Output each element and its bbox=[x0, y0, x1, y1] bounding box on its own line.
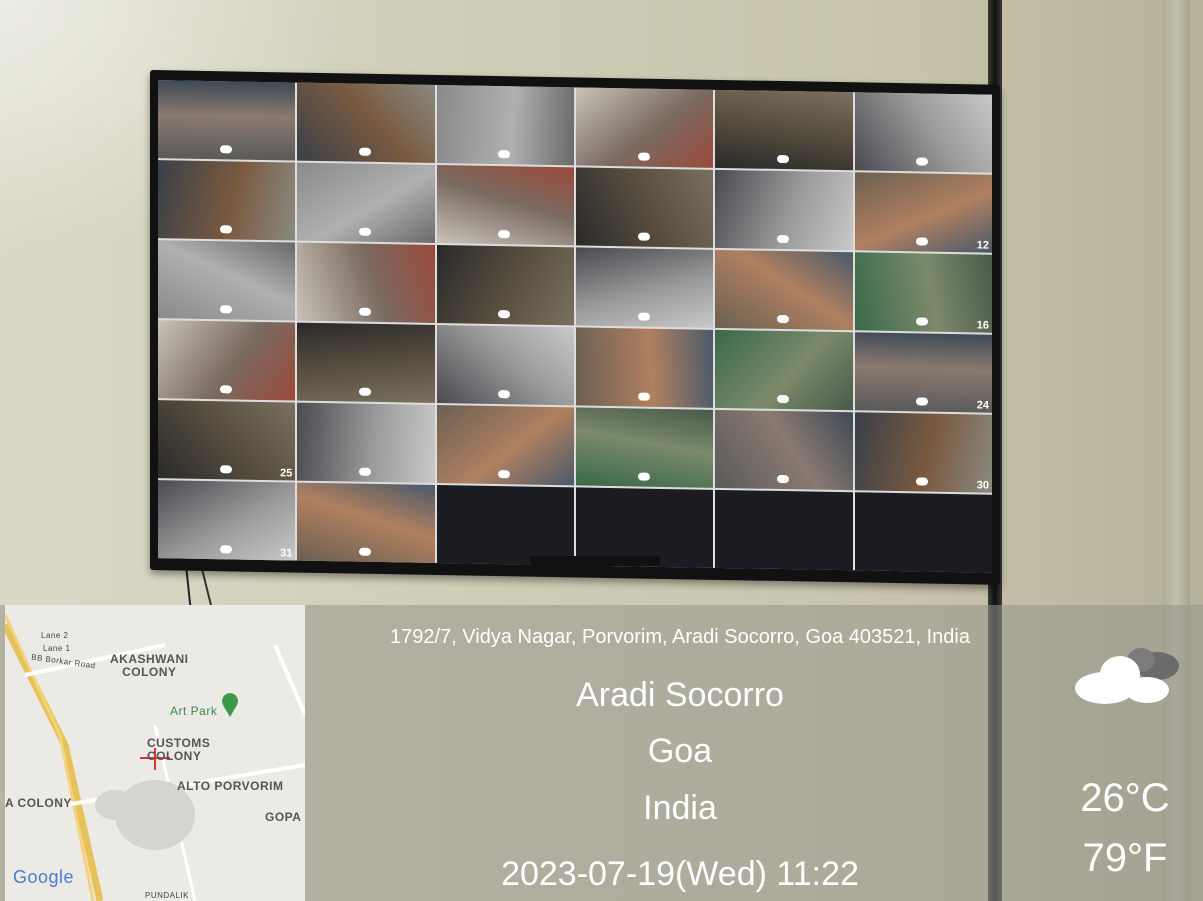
address-text: 1792/7, Vidya Nagar, Porvorim, Aradi Soc… bbox=[390, 626, 970, 648]
temperature-fahrenheit: 79°F bbox=[1082, 836, 1168, 880]
camera-icon bbox=[916, 317, 929, 326]
camera-tile bbox=[297, 482, 435, 563]
camera-number: 25 bbox=[280, 467, 293, 480]
camera-icon bbox=[359, 227, 372, 236]
camera-number: 31 bbox=[280, 547, 293, 560]
map-label-art-park: Art Park bbox=[170, 704, 218, 718]
camera-tile bbox=[715, 169, 853, 251]
camera-tile: 16 bbox=[854, 252, 992, 333]
camera-icon bbox=[637, 152, 650, 161]
camera-tile bbox=[297, 242, 435, 323]
google-logo: Google bbox=[13, 867, 75, 887]
camera-tile bbox=[436, 85, 574, 166]
map-label-akashwani: AKASHWANI COLONY bbox=[110, 652, 189, 679]
camera-tile: 25 bbox=[158, 400, 296, 481]
bitrate-panel bbox=[854, 492, 992, 573]
camera-number: 30 bbox=[976, 479, 989, 492]
camera-icon bbox=[219, 145, 232, 154]
camera-icon bbox=[359, 387, 372, 396]
map-label-pundalik: PUNDALIK bbox=[145, 891, 190, 900]
camera-number: 16 bbox=[976, 319, 989, 332]
camera-tile bbox=[575, 87, 714, 168]
camera-icon bbox=[777, 474, 790, 484]
bitrate-panel bbox=[436, 485, 574, 566]
map-label-customs: CUSTOMS COLONY bbox=[147, 736, 211, 763]
camera-icon bbox=[916, 237, 929, 246]
camera-icon bbox=[219, 225, 232, 234]
camera-icon bbox=[359, 547, 372, 556]
camera-tile bbox=[297, 322, 435, 403]
camera-icon bbox=[637, 312, 650, 321]
camera-icon bbox=[359, 467, 372, 476]
camera-icon bbox=[777, 394, 790, 404]
state-text: Goa bbox=[647, 732, 713, 770]
camera-icon bbox=[498, 470, 511, 479]
camera-icon bbox=[498, 230, 511, 239]
camera-icon bbox=[498, 150, 511, 159]
camera-tile: 12 bbox=[854, 172, 992, 253]
camera-tile bbox=[158, 160, 296, 241]
camera-icon bbox=[359, 147, 372, 156]
camera-icon bbox=[916, 397, 929, 406]
map-label-lane2: Lane 2 bbox=[41, 631, 69, 640]
camera-tile bbox=[158, 320, 296, 401]
camera-tile bbox=[158, 240, 296, 321]
camera-icon bbox=[498, 390, 511, 399]
camera-tile bbox=[436, 325, 574, 406]
camera-tile bbox=[436, 405, 574, 486]
camera-tile bbox=[158, 80, 296, 161]
monitor-stand bbox=[530, 556, 660, 566]
datetime-text: 2023-07-19(Wed) 11:22 bbox=[501, 855, 859, 893]
camera-icon bbox=[219, 545, 232, 554]
bitrate-panel bbox=[715, 489, 853, 571]
camera-tile bbox=[297, 402, 435, 483]
camera-icon bbox=[637, 392, 650, 401]
camera-tile bbox=[715, 249, 853, 331]
camera-tile bbox=[575, 167, 714, 248]
temperature-celsius: 26°C bbox=[1080, 776, 1170, 820]
map-label-gopa: GOPA bbox=[265, 810, 302, 824]
camera-icon bbox=[637, 232, 650, 241]
map-thumbnail[interactable]: Lane 2 Lane 1 BB Borkar Road AKASHWANI C… bbox=[5, 605, 305, 901]
cctv-monitor: 12 16 24 25 30 31 bbox=[150, 70, 1000, 585]
camera-icon bbox=[916, 157, 929, 166]
country-text: India bbox=[643, 789, 717, 827]
camera-icon bbox=[916, 477, 929, 486]
camera-tile: 31 bbox=[158, 480, 296, 561]
camera-tile bbox=[575, 327, 714, 408]
camera-tile: 30 bbox=[854, 412, 992, 493]
camera-tile bbox=[297, 162, 435, 243]
camera-icon bbox=[637, 472, 650, 481]
camera-icon bbox=[219, 385, 232, 394]
map-label-alto-porvorim: ALTO PORVORIM bbox=[177, 779, 284, 793]
camera-tile bbox=[715, 89, 853, 171]
camera-icon bbox=[498, 310, 511, 319]
camera-tile bbox=[715, 329, 853, 411]
partly-cloudy-icon bbox=[1075, 648, 1179, 704]
camera-number: 12 bbox=[976, 239, 989, 252]
camera-tile bbox=[715, 409, 853, 491]
map-label-colony: A COLONY bbox=[5, 796, 72, 810]
camera-icon bbox=[777, 314, 790, 324]
camera-tile bbox=[575, 407, 714, 488]
camera-icon bbox=[777, 234, 790, 244]
camera-icon bbox=[219, 465, 232, 474]
locality-text: Aradi Socorro bbox=[576, 676, 784, 714]
camera-tile bbox=[854, 92, 992, 173]
camera-tile bbox=[575, 247, 714, 328]
camera-tile bbox=[436, 245, 574, 326]
camera-grid: 12 16 24 25 30 31 bbox=[158, 80, 992, 573]
camera-tile: 24 bbox=[854, 332, 992, 413]
camera-number: 24 bbox=[976, 399, 989, 412]
camera-icon bbox=[359, 307, 372, 316]
camera-tile bbox=[436, 165, 574, 246]
camera-icon bbox=[219, 305, 232, 314]
camera-tile bbox=[297, 82, 435, 163]
camera-icon bbox=[777, 154, 790, 164]
